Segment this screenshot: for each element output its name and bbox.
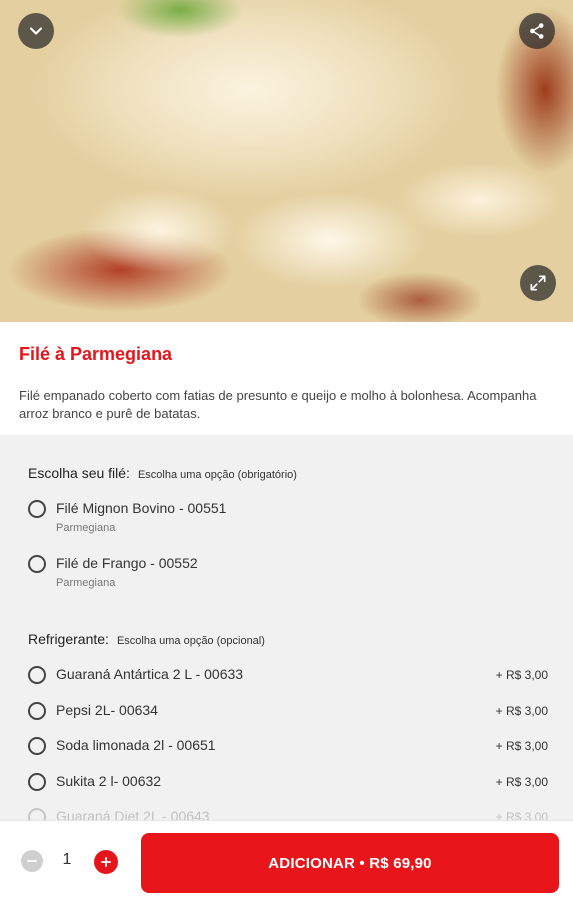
product-description: Filé empanado coberto com fatias de pres… (19, 388, 537, 421)
plus-icon (101, 857, 111, 867)
option-label: Guaraná Antártica 2 L - 00633 (56, 666, 244, 682)
option-pepsi[interactable]: Pepsi 2L- 00634 + R$ 3,00 (28, 700, 548, 730)
expand-icon (530, 275, 546, 291)
option-label: Guaraná Diet 2L - 00643 (56, 808, 210, 820)
increase-quantity-button[interactable] (94, 850, 118, 874)
radio-button[interactable] (28, 773, 46, 791)
radio-button[interactable] (28, 702, 46, 720)
group-header-refrigerante: Refrigerante: Escolha uma opção (opciona… (28, 631, 265, 647)
radio-button[interactable] (28, 808, 46, 820)
group-hint: Escolha uma opção (obrigatório) (137, 469, 297, 481)
option-price: + R$ 3,00 (495, 739, 548, 753)
option-price: + R$ 3,00 (495, 775, 548, 789)
radio-button[interactable] (28, 500, 46, 518)
group-header-file: Escolha seu filé: Escolha uma opção (obr… (28, 465, 297, 481)
option-label: Pepsi 2L- 00634 (56, 702, 158, 718)
option-file-mignon[interactable]: Filé Mignon Bovino - 00551 Parmegiana (28, 498, 548, 534)
option-subtitle: Parmegiana (56, 522, 116, 534)
option-price: + R$ 3,00 (495, 704, 548, 718)
option-price: + R$ 3,00 (495, 668, 548, 682)
radio-button[interactable] (28, 666, 46, 684)
option-file-frango[interactable]: Filé de Frango - 00552 Parmegiana (28, 553, 548, 589)
option-price: + R$ 3,00 (495, 810, 548, 820)
option-guarana-diet[interactable]: Guaraná Diet 2L - 00643 + R$ 3,00 (28, 806, 548, 820)
option-label: Filé de Frango - 00552 (56, 555, 198, 571)
radio-button[interactable] (28, 555, 46, 573)
group-hint: Escolha uma opção (opcional) (116, 635, 265, 647)
option-guarana[interactable]: Guaraná Antártica 2 L - 00633 + R$ 3,00 (28, 664, 548, 694)
product-image (0, 0, 573, 322)
share-button[interactable] (519, 13, 555, 49)
radio-button[interactable] (28, 737, 46, 755)
option-soda[interactable]: Soda limonada 2l - 00651 + R$ 3,00 (28, 735, 548, 765)
add-to-cart-button[interactable]: ADICIONAR • R$ 69,90 (141, 833, 559, 893)
group-title: Escolha seu filé: (28, 465, 130, 481)
bottom-bar: 1 ADICIONAR • R$ 69,90 (0, 820, 573, 900)
option-label: Sukita 2 l- 00632 (56, 773, 162, 789)
option-label: Soda limonada 2l - 00651 (56, 737, 216, 753)
collapse-button[interactable] (18, 13, 54, 49)
share-icon (530, 23, 544, 39)
product-info: Filé à Parmegiana Filé empanado coberto … (0, 322, 573, 435)
options-panel: Escolha seu filé: Escolha uma opção (obr… (0, 435, 573, 820)
chevron-down-icon (29, 27, 43, 35)
product-title: Filé à Parmegiana (19, 344, 173, 364)
option-subtitle: Parmegiana (56, 577, 116, 589)
option-sukita[interactable]: Sukita 2 l- 00632 + R$ 3,00 (28, 771, 548, 801)
quantity-value: 1 (62, 851, 72, 868)
expand-image-button[interactable] (520, 265, 556, 301)
decrease-quantity-button[interactable] (21, 850, 43, 872)
group-title: Refrigerante: (28, 631, 109, 647)
option-label: Filé Mignon Bovino - 00551 (56, 500, 227, 516)
minus-icon (27, 860, 37, 862)
